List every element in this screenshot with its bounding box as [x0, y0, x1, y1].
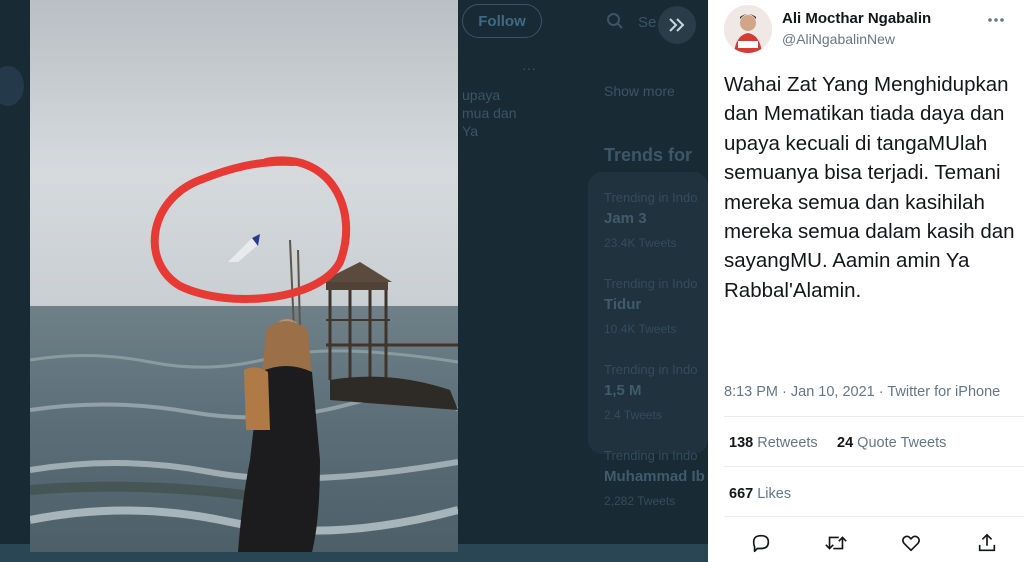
likes-count: 667 — [729, 486, 754, 502]
user-handle[interactable]: @AliNgabalinNew — [782, 31, 895, 47]
display-name[interactable]: Ali Mocthar Ngabalin — [782, 10, 931, 27]
tweet-client[interactable]: Twitter for iPhone — [887, 384, 1000, 400]
tweet-fragment-line: Ya — [462, 123, 479, 139]
search-input[interactable]: Se — [638, 14, 656, 31]
more-options-button[interactable] — [984, 8, 1008, 32]
divider — [724, 466, 1024, 467]
trend-count: 2,282 Tweets — [604, 494, 676, 508]
more-horizontal-icon — [988, 18, 1004, 22]
likes-label: Likes — [757, 486, 792, 502]
divider — [724, 516, 1024, 517]
trend-count: 10.4K Tweets — [604, 322, 677, 336]
retweets-stat[interactable]: 138 Retweets — [729, 435, 818, 451]
show-more-link[interactable]: Show more — [604, 82, 675, 100]
trend-category: Trending in Indo — [604, 190, 698, 205]
trend-category: Trending in Indo — [604, 448, 698, 463]
retweets-label: Retweets — [757, 435, 818, 451]
tweet-panel: Ali Mocthar Ngabalin @AliNgabalinNew Wah… — [708, 0, 1024, 562]
retweet-icon — [825, 536, 847, 550]
like-icon — [902, 535, 920, 552]
trend-count: 2.4 Tweets — [604, 408, 662, 422]
photo-woman-at-sea-with-circled-plane-icon — [30, 0, 458, 552]
trend-category: Trending in Indo — [604, 276, 698, 291]
trend-name[interactable]: Jam 3 — [604, 210, 647, 227]
likes-stat[interactable]: 667 Likes — [729, 486, 791, 502]
share-icon — [978, 533, 996, 552]
divider — [724, 416, 1024, 417]
share-button[interactable] — [974, 530, 1000, 556]
search-icon — [607, 13, 623, 29]
follow-button[interactable]: Follow — [462, 4, 542, 38]
tweet-timestamp[interactable]: 8:13 PM · Jan 10, 2021 — [724, 384, 875, 400]
trend-category: Trending in Indo — [604, 362, 698, 377]
retweets-count: 138 — [729, 435, 754, 451]
tweet-meta: 8:13 PM · Jan 10, 2021 · Twitter for iPh… — [724, 384, 1001, 400]
reply-button[interactable] — [748, 530, 774, 556]
chevron-double-right-icon — [669, 18, 685, 32]
quote-tweets-count: 24 — [837, 435, 854, 451]
quote-tweets-label: Quote Tweets — [857, 435, 947, 451]
like-button[interactable] — [898, 530, 924, 556]
trends-title: Trends for — [604, 145, 693, 165]
tweet-text: Wahai Zat Yang Menghidupkan dan Mematika… — [724, 73, 1015, 302]
tweet-fragment-line: mua dan — [462, 105, 517, 121]
trend-name[interactable]: 1,5 M — [604, 382, 642, 399]
retweet-button[interactable] — [823, 530, 849, 556]
tweet-fragment-line: upaya — [462, 87, 501, 103]
quote-tweets-stat[interactable]: 24 Quote Tweets — [837, 435, 946, 451]
avatar-portrait-icon — [724, 5, 772, 53]
expand-panel-button[interactable] — [658, 6, 696, 44]
tweet-photo[interactable] — [30, 0, 458, 552]
trend-name[interactable]: Tidur — [604, 296, 641, 313]
avatar[interactable] — [724, 5, 772, 53]
more-icon: ··· — [522, 60, 536, 76]
background-avatar — [0, 66, 24, 106]
reply-icon — [752, 534, 770, 553]
trend-count: 23.4K Tweets — [604, 236, 677, 250]
trend-name[interactable]: Muhammad Ib — [604, 468, 705, 485]
